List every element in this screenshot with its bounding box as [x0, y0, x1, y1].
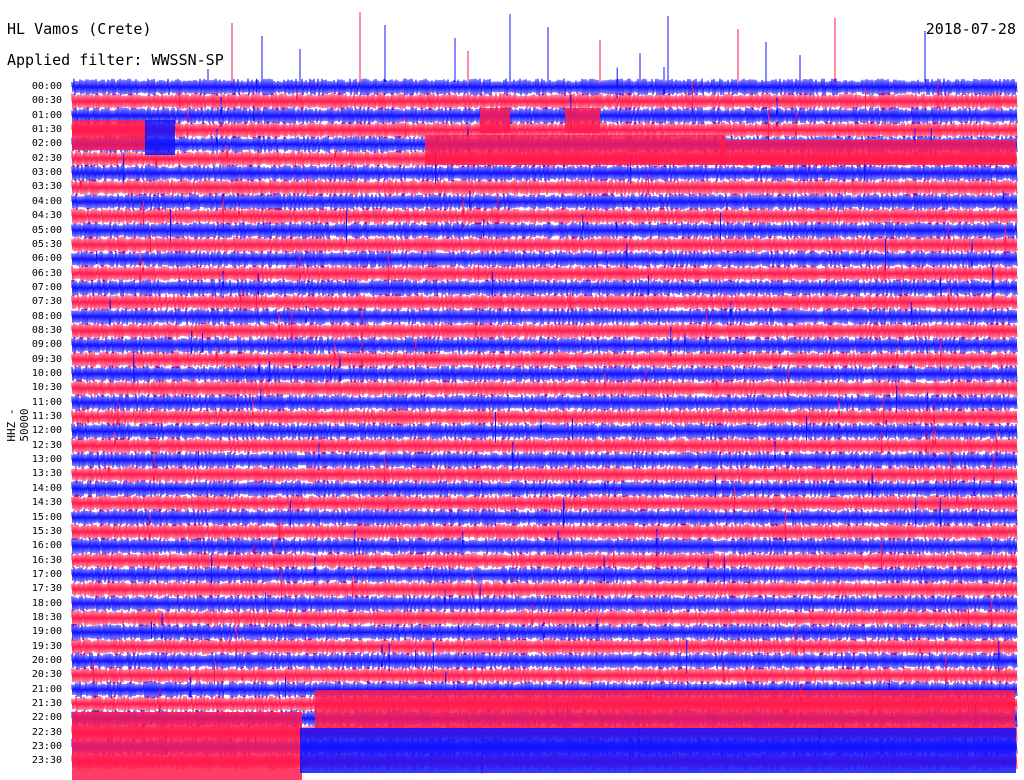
- noise-burst: [72, 712, 302, 780]
- time-tick-label: 08:30: [31, 324, 62, 336]
- trace-row: [71, 652, 1018, 670]
- time-tick-label: 05:30: [31, 238, 62, 250]
- trace-row: [71, 164, 1018, 182]
- time-tick-label: 12:30: [31, 439, 62, 451]
- trace-row: [71, 336, 1018, 354]
- trace-row: [71, 236, 1018, 254]
- noise-burst: [425, 135, 725, 165]
- trace-row: [71, 379, 1018, 397]
- time-tick-label: 17:00: [31, 568, 62, 580]
- time-tick-label: 03:00: [31, 167, 62, 179]
- time-tick-label: 14:00: [31, 482, 62, 494]
- time-tick-label: 13:30: [31, 468, 62, 480]
- trace-row: [71, 508, 1018, 527]
- trace-row: [71, 666, 1018, 684]
- trace-row: [71, 437, 1018, 455]
- time-tick-label: 00:30: [31, 95, 62, 107]
- time-tick-label: 12:00: [31, 425, 62, 437]
- seismogram-plot: [71, 12, 1018, 780]
- trace-row: [71, 293, 1018, 311]
- trace-row: [71, 566, 1018, 584]
- noise-burst: [565, 108, 600, 133]
- time-tick-label: 20:30: [31, 669, 62, 681]
- station-title: HL Vamos (Crete): [7, 20, 152, 38]
- trace-row: [71, 537, 1018, 555]
- trace-row: [71, 193, 1018, 211]
- trace-row: [71, 78, 1018, 96]
- time-tick-label: 14:30: [31, 497, 62, 509]
- time-tick-label: 22:00: [31, 712, 62, 724]
- trace-row: [71, 107, 1018, 125]
- time-tick-label: 23:00: [31, 741, 62, 753]
- trace-row: [71, 494, 1018, 512]
- trace-row: [71, 250, 1018, 268]
- time-tick-label: 01:30: [31, 124, 62, 136]
- time-tick-label: 18:00: [31, 597, 62, 609]
- time-tick-label: 09:30: [31, 353, 62, 365]
- time-tick-label: 15:00: [31, 511, 62, 523]
- time-tick-label: 16:00: [31, 540, 62, 552]
- time-tick-label: 02:00: [31, 138, 62, 150]
- trace-row: [71, 365, 1018, 383]
- trace-row: [71, 394, 1018, 412]
- trace-row: [71, 207, 1018, 225]
- trace-row: [71, 92, 1018, 110]
- trace-row: [71, 322, 1018, 340]
- trace-row: [71, 595, 1018, 613]
- time-tick-label: 15:30: [31, 525, 62, 537]
- time-tick-label: 06:30: [31, 267, 62, 279]
- trace-row: [71, 451, 1018, 469]
- trace-row: [71, 523, 1018, 541]
- time-tick-label: 07:00: [31, 281, 62, 293]
- time-tick-label: 02:30: [31, 152, 62, 164]
- time-tick-label: 03:30: [31, 181, 62, 193]
- trace-row: [71, 279, 1018, 297]
- time-tick-label: 22:30: [31, 726, 62, 738]
- trace-row: [71, 178, 1018, 196]
- time-tick-label: 10:00: [31, 368, 62, 379]
- time-tick-label: 17:30: [31, 583, 62, 595]
- time-tick-label: 19:30: [31, 640, 62, 652]
- trace-row: [71, 308, 1018, 326]
- time-tick-label: 11:30: [31, 411, 62, 423]
- time-tick-label: 13:00: [31, 454, 62, 466]
- time-tick-label: 07:30: [31, 296, 62, 308]
- trace-row: [71, 351, 1018, 369]
- noise-burst: [480, 108, 510, 133]
- time-tick-label: 21:30: [31, 698, 62, 710]
- trace-row: [71, 408, 1018, 426]
- noise-burst: [72, 120, 147, 150]
- time-tick-label: 10:30: [31, 382, 62, 394]
- time-tick-label: 21:00: [31, 683, 62, 695]
- time-tick-label: 01:00: [31, 109, 62, 121]
- time-tick-label: 05:00: [31, 224, 62, 236]
- date-label: 2018-07-28: [925, 20, 1016, 38]
- time-tick-label: 09:00: [31, 339, 62, 351]
- noise-burst: [145, 120, 175, 155]
- time-tick-label: 08:00: [31, 310, 62, 322]
- time-tick-label: 18:30: [31, 611, 62, 623]
- time-tick-label: 19:00: [31, 626, 62, 638]
- time-tick-label: 00:00: [31, 81, 62, 92]
- time-tick-label: 20:00: [31, 655, 62, 666]
- trace-row: [71, 221, 1018, 240]
- noise-burst: [315, 690, 1015, 730]
- time-tick-label: 04:30: [31, 210, 62, 222]
- noise-burst: [720, 140, 1016, 165]
- time-tick-label: 11:00: [31, 396, 62, 408]
- trace-row: [71, 580, 1018, 598]
- time-tick-label: 04:00: [31, 195, 62, 207]
- time-tick-label: 06:00: [31, 253, 62, 265]
- trace-row: [71, 480, 1018, 498]
- filter-label: Applied filter: WWSSN-SP: [7, 51, 226, 69]
- noise-burst: [300, 728, 1016, 773]
- time-tick-label: 16:30: [31, 554, 62, 566]
- time-tick-label: 23:30: [31, 755, 62, 767]
- trace-row: [71, 638, 1018, 656]
- trace-row: [71, 552, 1018, 570]
- trace-row: [71, 265, 1018, 283]
